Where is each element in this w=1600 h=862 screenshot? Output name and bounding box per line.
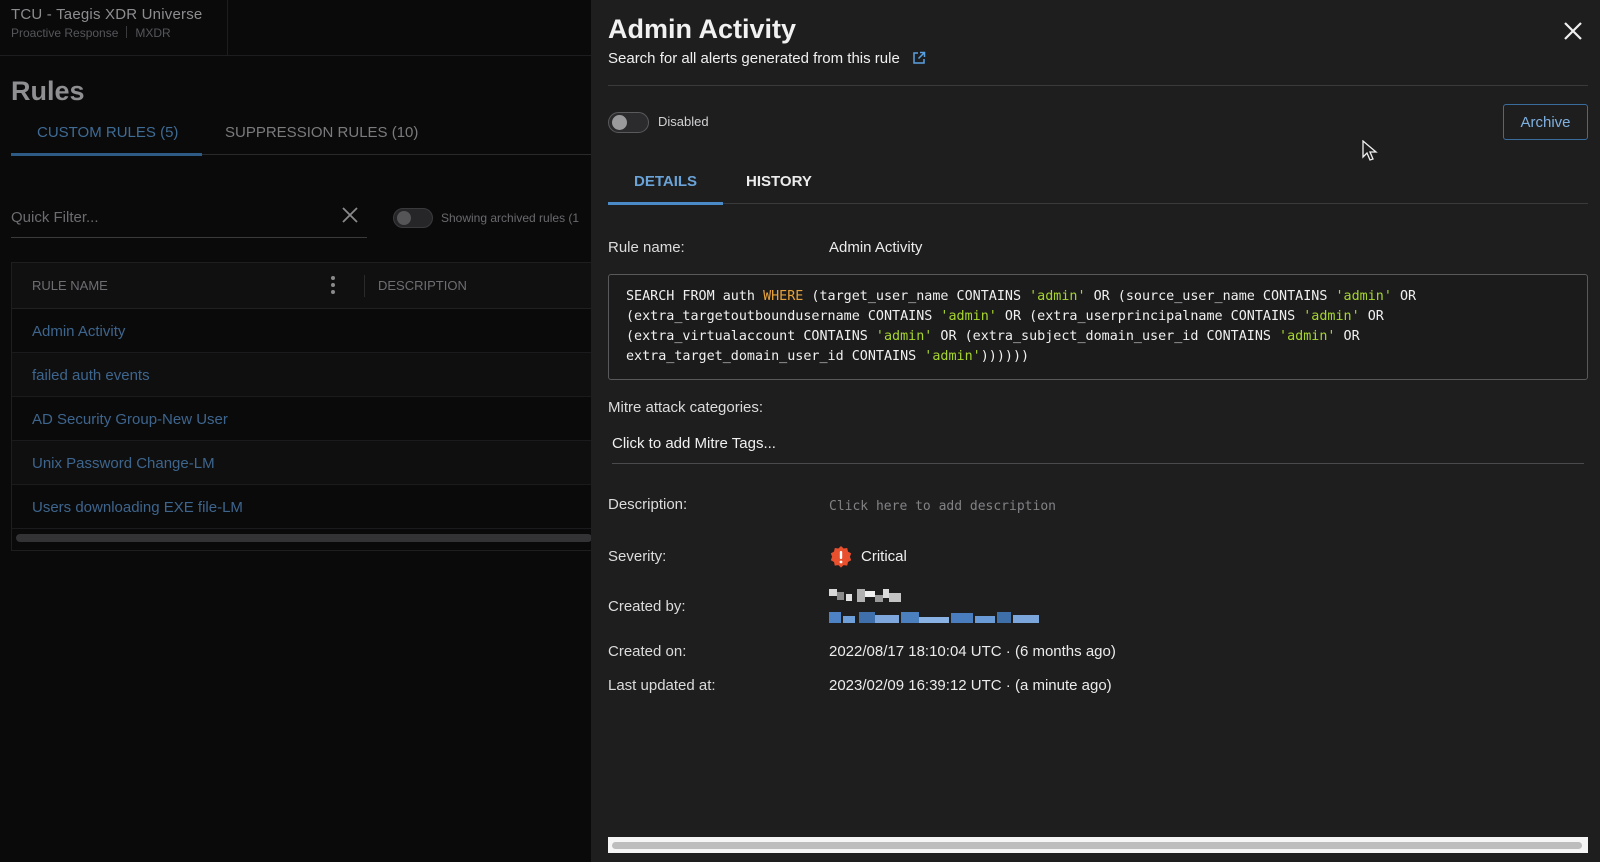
tab-suppression-rules[interactable]: SUPPRESSION RULES (10) [225,124,418,141]
table-row[interactable]: Admin Activity [12,309,591,353]
query-text: OR (extra_subject_domain_user_id CONTAIN… [932,329,1280,344]
severity-label: Severity: [608,548,667,565]
query-keyword: WHERE [763,289,804,304]
severity-value[interactable]: Critical [861,548,907,565]
rule-name-value[interactable]: Admin Activity [829,239,922,256]
detail-tabs: DETAILS HISTORY [608,163,1588,205]
tenant-subtitle: Proactive Response MXDR [11,26,227,40]
search-alerts-link-text: Search for all alerts generated from thi… [608,50,900,67]
query-string: 'admin' [1029,289,1086,304]
rule-link[interactable]: AD Security Group-New User [32,411,228,428]
column-divider [364,275,365,297]
query-string: 'admin' [875,329,933,344]
active-tab-indicator [11,153,202,156]
creator-name-redacted [829,589,903,603]
column-menu-icon[interactable] [330,275,336,295]
rules-table: RULE NAME DESCRIPTION Admin Activity fai… [11,262,592,551]
query-string: 'admin' [1303,309,1360,324]
table-row[interactable]: Users downloading EXE file-LM [12,485,591,529]
rule-name-label: Rule name: [608,239,685,256]
scrollbar-thumb[interactable] [612,842,1582,849]
last-updated-label: Last updated at: [608,677,716,694]
show-archived-label: Showing archived rules (1 [441,211,580,225]
mouse-cursor-icon [1362,140,1378,161]
column-header-rule-name[interactable]: RULE NAME [32,278,108,293]
query-editor[interactable]: SEARCH FROM auth WHERE (target_user_name… [608,274,1588,380]
rule-link[interactable]: failed auth events [32,367,150,384]
table-horizontal-scrollbar[interactable] [16,534,592,542]
archive-button[interactable]: Archive [1503,104,1588,140]
critical-severity-icon [830,546,852,568]
query-string: 'admin' [924,349,981,364]
enable-rule-label: Disabled [658,114,709,129]
rule-link[interactable]: Unix Password Change-LM [32,455,215,472]
column-header-description[interactable]: DESCRIPTION [378,278,467,293]
drawer-horizontal-scrollbar[interactable] [608,837,1588,853]
close-icon[interactable] [1560,18,1586,44]
query-text: )))))) [980,349,1030,364]
query-string: 'admin' [1279,329,1336,344]
query-text: SEARCH FROM auth [626,289,764,304]
tenant-switcher[interactable]: TCU - Taegis XDR Universe Proactive Resp… [0,0,228,56]
toggle-knob [397,211,411,225]
rules-page-background: TCU - Taegis XDR Universe Proactive Resp… [0,0,592,862]
drawer-title: Admin Activity [608,14,797,44]
search-alerts-link[interactable]: Search for all alerts generated from thi… [608,50,926,67]
page-title: Rules [11,76,85,106]
created-by-label: Created by: [608,598,686,615]
query-string: 'admin' [940,309,997,324]
tenant-sub-service: MXDR [135,26,171,40]
tenant-sub-org: Proactive Response [11,26,119,40]
tab-custom-rules[interactable]: CUSTOM RULES (5) [37,124,178,141]
description-input[interactable]: Click here to add description [829,499,1056,514]
query-string: 'admin' [1335,289,1392,304]
clear-icon[interactable] [339,204,361,226]
toggle-knob [612,115,627,130]
tab-details[interactable]: DETAILS [634,173,697,190]
quick-filter-input[interactable] [11,198,311,236]
query-text: OR (source_user_name CONTAINS [1085,289,1336,304]
query-text: (target_user_name CONTAINS [803,289,1030,304]
rule-link[interactable]: Users downloading EXE file-LM [32,499,243,516]
rules-tabs: CUSTOM RULES (5) SUPPRESSION RULES (10) [11,114,591,156]
rule-link[interactable]: Admin Activity [32,323,125,340]
last-updated-value: 2023/02/09 16:39:12 UTC · (a minute ago) [829,677,1112,694]
creator-email-redacted [829,612,1041,624]
header-divider [608,85,1588,86]
description-label: Description: [608,496,688,513]
table-header: RULE NAME DESCRIPTION [12,263,591,309]
active-tab-indicator [608,202,723,205]
tab-history[interactable]: HISTORY [746,173,812,190]
created-on-label: Created on: [608,643,687,660]
table-row[interactable]: AD Security Group-New User [12,397,591,441]
top-bar: TCU - Taegis XDR Universe Proactive Resp… [0,0,591,56]
rule-details-drawer: Admin Activity Search for all alerts gen… [591,0,1600,862]
tenant-title: TCU - Taegis XDR Universe [11,6,203,23]
created-on-value: 2022/08/17 18:10:04 UTC · (6 months ago) [829,643,1116,660]
enable-rule-toggle[interactable] [608,112,649,133]
table-row[interactable]: failed auth events [12,353,591,397]
mitre-label: Mitre attack categories: [608,399,764,416]
mitre-tags-input[interactable]: Click to add Mitre Tags... [612,428,1584,464]
table-row[interactable]: Unix Password Change-LM [12,441,591,485]
show-archived-toggle[interactable] [393,208,433,228]
quick-filter [11,198,367,238]
external-link-icon [913,51,926,64]
query-text: OR (extra_userprincipalname CONTAINS [996,309,1304,324]
